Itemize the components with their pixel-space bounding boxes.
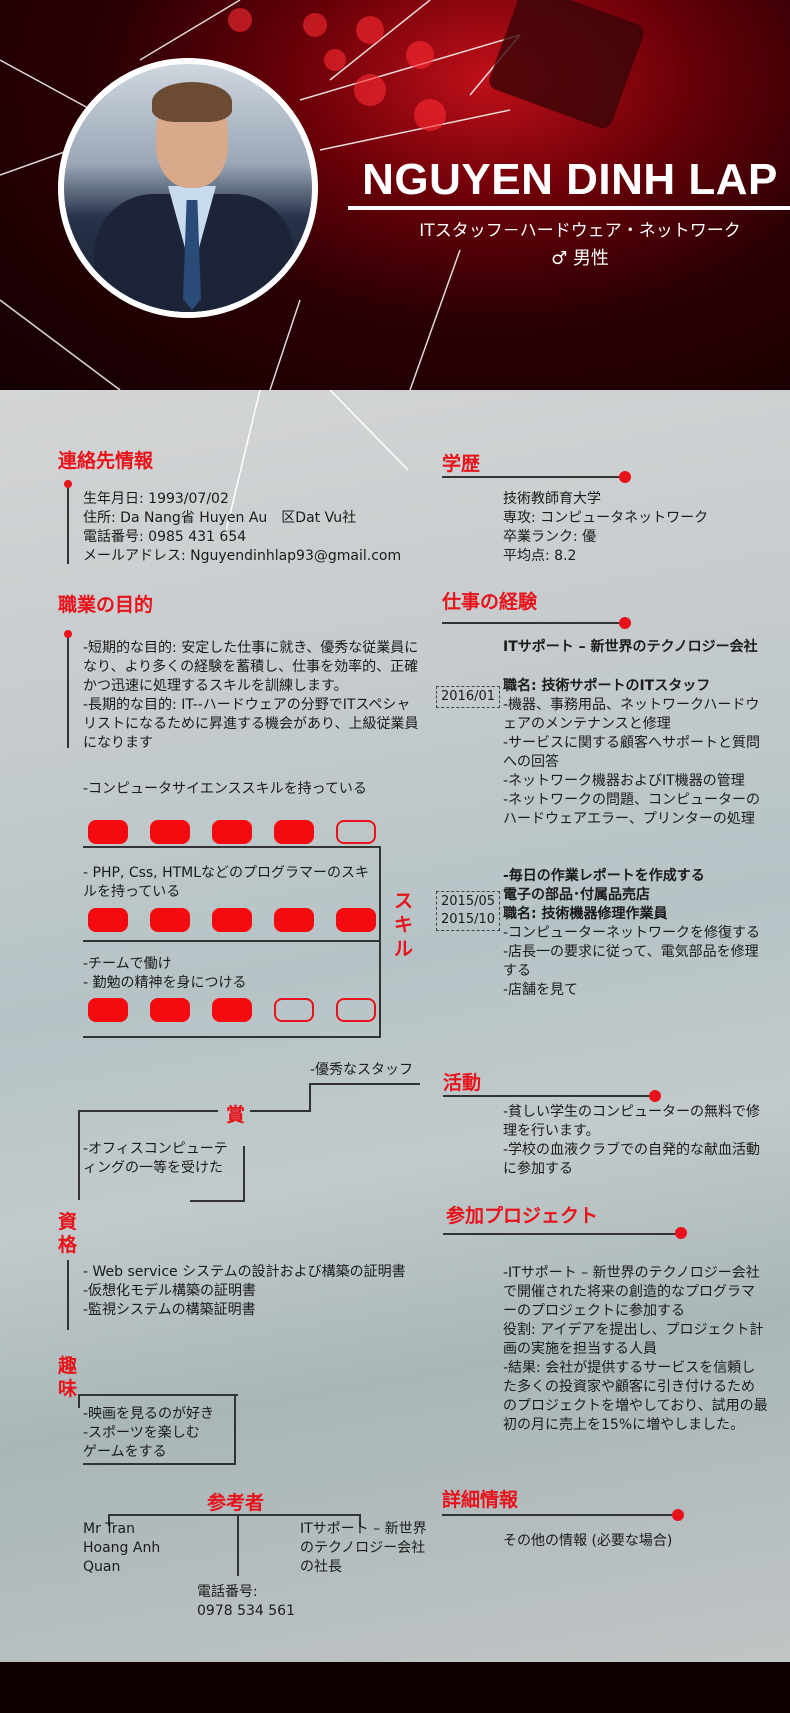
- education-info: 技術教師育大学 専攻: コンピュータネットワーク 卒業ランク: 優 平均点: 8…: [503, 491, 709, 564]
- skill-level-pill: [88, 998, 128, 1022]
- gender: ♂ 男性: [380, 244, 780, 270]
- contact-info: 生年月日: 1993/07/02 住所: Da Nang省 Huyen Au 区…: [83, 491, 402, 564]
- objective-dot: [64, 630, 72, 638]
- awards-heading: 賞: [226, 1105, 246, 1126]
- hobbies-base: [83, 1463, 236, 1465]
- award-2-bracket: [243, 1146, 245, 1202]
- job-1-company: ITサポート – 新世界のテクノロジー会社: [503, 639, 758, 655]
- certificates-line: [67, 1260, 69, 1330]
- award-1: -優秀なスタッフ: [310, 1062, 414, 1078]
- job-1-date: 2016/01: [436, 686, 501, 708]
- award-1-stem: [309, 1083, 311, 1111]
- activities-heading: 活動: [443, 1073, 482, 1094]
- contact-line: [67, 488, 69, 564]
- skill-level-pill: [212, 998, 252, 1022]
- gender-label: 男性: [572, 248, 609, 269]
- details-line: [442, 1514, 677, 1516]
- skill-level-pill: [336, 908, 376, 932]
- objective-line: [67, 638, 69, 748]
- references-center-stem: [237, 1514, 239, 1576]
- body-network-lines: [224, 390, 409, 536]
- education-heading: 学歴: [442, 454, 481, 475]
- award-1-line: [310, 1083, 420, 1085]
- projects-heading: 参加プロジェクト: [446, 1206, 599, 1227]
- education-dot: [619, 471, 631, 483]
- profile-photo: [58, 58, 318, 318]
- experience-heading: 仕事の経験: [442, 592, 538, 613]
- objective-heading: 職業の目的: [58, 595, 154, 616]
- contact-heading: 連絡先情報: [58, 451, 154, 472]
- skill-level-pill: [150, 998, 190, 1022]
- award-left-stem: [78, 1110, 80, 1200]
- skill-label-1: -コンピュータサイエンススキルを持っている: [83, 781, 367, 797]
- activities-text: -貧しい学生のコンピューターの無料で修理を行います。 -学校の血液クラブでの自発…: [503, 1104, 761, 1177]
- job-2-date: 2015/05 2015/10: [436, 891, 501, 931]
- experience-dot: [619, 617, 631, 629]
- details-text: その他の情報 (必要な場合): [503, 1533, 673, 1549]
- skill-level-pill: [274, 998, 314, 1022]
- hobbies-text: -映画を見るのが好き -スポーツを楽しむ ゲームをする: [83, 1406, 215, 1460]
- skill-divider-2: [83, 940, 379, 942]
- contact-dot: [64, 480, 72, 488]
- award-left-line: [78, 1110, 218, 1112]
- skill-level-pill: [336, 998, 376, 1022]
- job-2-details: -コンピューターネットワークを修復する -店長一の要求に従って、電気部品を修理す…: [503, 925, 761, 998]
- job-title: ITスタッフ－ハードウェア・ネットワーク: [419, 221, 741, 241]
- hobbies-heading: 趣味: [58, 1356, 78, 1400]
- award-connector: [250, 1110, 311, 1112]
- hobbies-stem: [78, 1394, 80, 1408]
- reference-phone: 電話番号: 0978 534 561: [197, 1584, 295, 1619]
- certificates-text: - Web service システムの設計および構築の証明書 -仮想化モデル構築…: [83, 1264, 406, 1318]
- projects-dot: [675, 1227, 687, 1239]
- details-heading: 詳細情報: [442, 1490, 519, 1511]
- skill-level-pill: [274, 820, 314, 844]
- skill-divider-3: [83, 1036, 381, 1038]
- certificates-heading: 資格: [58, 1212, 78, 1256]
- activities-dot: [649, 1090, 661, 1102]
- award-2: -オフィスコンピューティングの一等を受けた: [83, 1141, 228, 1176]
- skills-bracket: [379, 846, 381, 1038]
- award-2-base: [190, 1200, 245, 1202]
- skills-heading: スキル: [394, 891, 414, 960]
- references-heading: 参考者: [207, 1493, 265, 1514]
- education-line: [442, 476, 625, 478]
- references-line: [108, 1514, 360, 1516]
- skill-level-pill: [336, 820, 376, 844]
- person-name: NGUYEN DINH LAP: [362, 155, 778, 204]
- reference-position: ITサポート – 新世界のテクノロジー会社の社長: [300, 1521, 427, 1575]
- job-1-role: 職名: 技術サポートのITスタッフ: [503, 678, 711, 694]
- hobbies-bracket: [234, 1394, 236, 1464]
- skill-level-pill: [88, 908, 128, 932]
- skill-level-pill: [150, 908, 190, 932]
- job-1-extra: -毎日の作業レポートを作成する: [503, 868, 705, 884]
- male-icon: ♂: [551, 248, 568, 269]
- footer-bar: [0, 1662, 790, 1713]
- body-background: [0, 390, 790, 1662]
- skill-level-pill: [88, 820, 128, 844]
- skill-level-pill: [212, 820, 252, 844]
- job-2-role: 職名: 技術機器修理作業員: [503, 906, 668, 922]
- objective-text: -短期的な目的: 安定した仕事に就き、優秀な従業員になり、より多くの経験を蓄積し…: [83, 640, 419, 751]
- job-1-details: -機器、事務用品、ネットワークハードウェアのメンテナンスと修理 -サービスに関す…: [503, 697, 761, 827]
- skill-level-pill: [274, 908, 314, 932]
- skill-divider-1: [83, 846, 379, 848]
- skill-level-pill: [212, 908, 252, 932]
- reference-name: Mr Tran Hoang Anh Quan: [83, 1521, 161, 1575]
- details-dot: [672, 1509, 684, 1521]
- experience-line: [442, 622, 625, 624]
- skill-label-2: - PHP, Css, HTMLなどのプログラマーのスキルを持っている: [83, 865, 370, 900]
- projects-text: -ITサポート – 新世界のテクノロジー会社で開催された将来の創造的なプログラマ…: [503, 1265, 768, 1433]
- job-2-company: 電子の部品･付属品売店: [503, 887, 650, 903]
- name-underline: [348, 206, 790, 210]
- skill-label-3: -チームで働け - 勤勉の精神を身につける: [83, 956, 247, 991]
- hobbies-top-line: [78, 1394, 238, 1396]
- projects-line: [443, 1233, 683, 1235]
- activities-line: [443, 1095, 653, 1097]
- skill-level-pill: [150, 820, 190, 844]
